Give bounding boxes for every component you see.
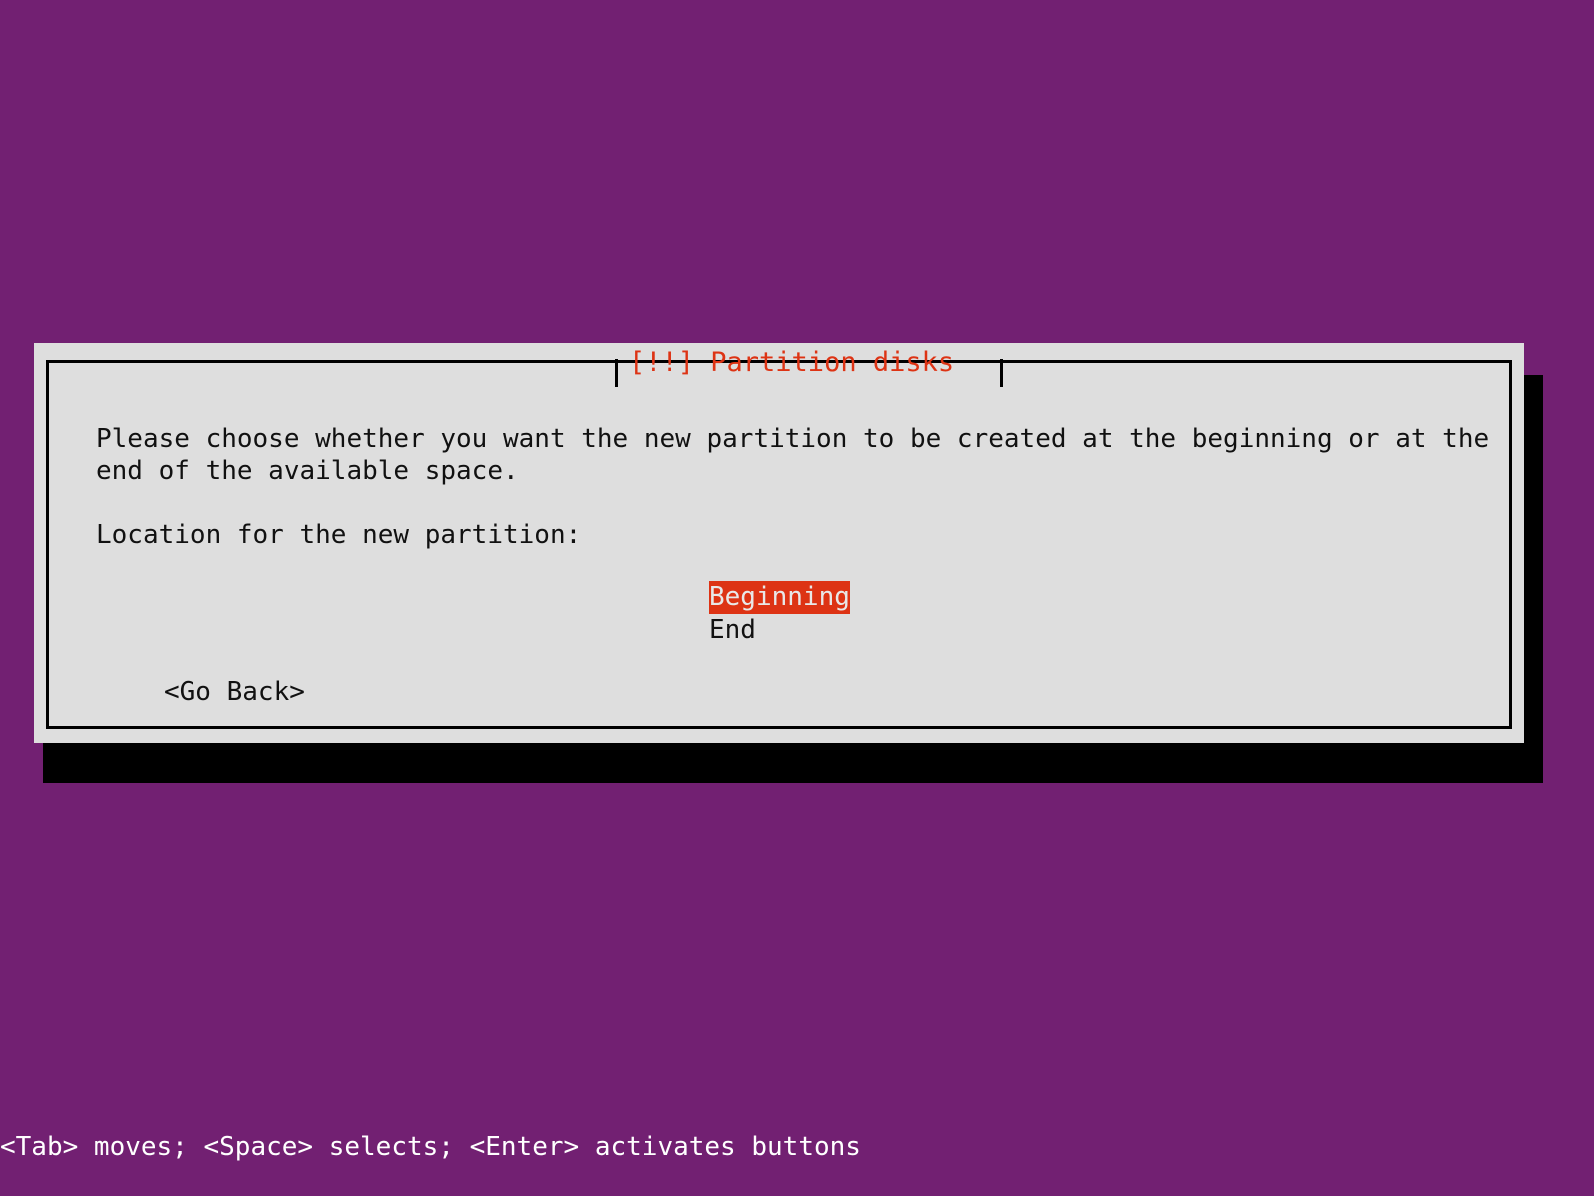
partition-disks-dialog: [!!] Partition disks Please choose wheth…	[34, 343, 1524, 743]
title-tick-right	[1000, 359, 1003, 387]
intro-text-line-2: end of the available space.	[96, 456, 519, 486]
choice-item-end[interactable]: End	[709, 614, 756, 647]
dialog-inner-frame: [!!] Partition disks Please choose wheth…	[46, 347, 1512, 729]
installer-screen: [!!] Partition disks Please choose wheth…	[0, 0, 1594, 1196]
choice-item-beginning[interactable]: Beginning	[709, 581, 850, 614]
title-tick-left	[615, 359, 618, 387]
intro-text-line-1: Please choose whether you want the new p…	[96, 424, 1490, 454]
location-choice-list: Beginning End	[709, 581, 850, 647]
page-title: [!!] Partition disks	[629, 347, 955, 378]
status-bar: <Tab> moves; <Space> selects; <Enter> ac…	[0, 1132, 861, 1162]
go-back-button[interactable]: <Go Back>	[164, 676, 305, 708]
prompt-label: Location for the new partition:	[96, 520, 582, 550]
